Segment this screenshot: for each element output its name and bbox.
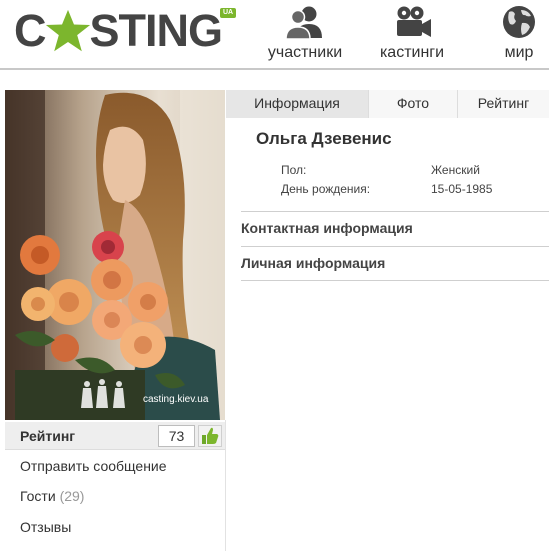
globe-icon <box>503 6 535 38</box>
profile-name: Ольга Дзевенис <box>256 129 392 148</box>
profile-photo-image: casting.kiev.ua <box>5 90 225 420</box>
logo-text-start: C <box>14 5 46 56</box>
personal-info-section[interactable]: Личная информация <box>241 246 549 281</box>
gender-label: Пол: <box>281 163 307 177</box>
star-icon <box>45 9 90 52</box>
movie-camera-icon <box>397 6 431 37</box>
thumbs-up-icon <box>202 427 219 444</box>
tab-photo[interactable]: Фото <box>369 90 458 118</box>
logo-ua-badge: UA <box>220 8 237 18</box>
nav-members[interactable]: участники <box>262 4 348 64</box>
tab-rating[interactable]: Рейтинг <box>458 90 549 118</box>
like-button[interactable] <box>198 425 222 447</box>
send-message-link[interactable]: Отправить сообщение <box>20 458 167 474</box>
contact-info-section[interactable]: Контактная информация <box>241 211 549 246</box>
rating-label: Рейтинг <box>20 428 76 444</box>
site-logo[interactable]: C STING UA <box>14 5 237 56</box>
nav-members-label: участники <box>267 44 343 61</box>
gender-value: Женский <box>431 163 480 177</box>
guests-link[interactable]: Гости (29) <box>20 488 84 504</box>
guests-label: Гости <box>20 488 56 504</box>
reviews-link[interactable]: Отзывы <box>20 519 71 535</box>
rating-count: 73 <box>158 425 195 447</box>
tab-information[interactable]: Информация <box>226 90 369 118</box>
nav-castings[interactable]: кастинги <box>374 4 450 64</box>
rating-row: Рейтинг 73 <box>5 422 225 450</box>
birthday-label: День рождения: <box>281 182 371 196</box>
profile-tabs: Информация Фото Рейтинг <box>226 90 549 118</box>
birthday-value: 15-05-1985 <box>431 182 493 196</box>
profile-photo[interactable]: casting.kiev.ua <box>5 90 225 420</box>
people-icon <box>285 6 322 40</box>
guests-count: (29) <box>59 488 85 504</box>
logo-text-end: STING <box>89 5 224 56</box>
nav-world[interactable]: мир <box>494 4 544 64</box>
profile-sidebar: Рейтинг 73 Отправить сообщение Гости (29… <box>5 420 226 551</box>
nav-castings-label: кастинги <box>379 44 445 61</box>
site-header: C STING UA участники кастинги мир <box>0 0 549 70</box>
nav-world-label: мир <box>504 44 534 61</box>
photo-watermark: casting.kiev.ua <box>143 394 209 405</box>
